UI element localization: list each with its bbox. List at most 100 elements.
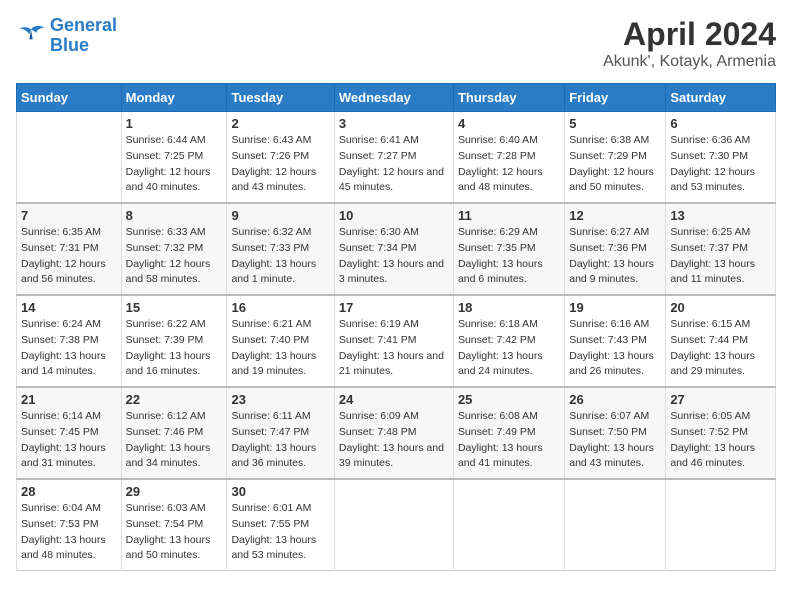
day-number: 13 xyxy=(670,208,771,223)
day-info: Sunrise: 6:15 AM Sunset: 7:44 PM Dayligh… xyxy=(670,317,771,380)
day-info: Sunrise: 6:43 AM Sunset: 7:26 PM Dayligh… xyxy=(231,133,329,196)
day-info: Sunrise: 6:32 AM Sunset: 7:33 PM Dayligh… xyxy=(231,225,329,288)
sunrise-text: Sunrise: 6:32 AM xyxy=(231,226,311,238)
day-number: 20 xyxy=(670,300,771,315)
daylight-text: Daylight: 13 hours and 9 minutes. xyxy=(569,258,654,286)
calendar-cell: 18 Sunrise: 6:18 AM Sunset: 7:42 PM Dayl… xyxy=(453,295,564,387)
day-number: 18 xyxy=(458,300,560,315)
sunset-text: Sunset: 7:45 PM xyxy=(21,426,99,438)
sunrise-text: Sunrise: 6:21 AM xyxy=(231,318,311,330)
calendar-cell: 23 Sunrise: 6:11 AM Sunset: 7:47 PM Dayl… xyxy=(227,387,334,479)
sunset-text: Sunset: 7:47 PM xyxy=(231,426,309,438)
daylight-text: Daylight: 13 hours and 1 minute. xyxy=(231,258,316,286)
logo-text: General Blue xyxy=(50,16,117,56)
daylight-text: Daylight: 13 hours and 50 minutes. xyxy=(126,534,211,562)
sunset-text: Sunset: 7:43 PM xyxy=(569,334,647,346)
sunset-text: Sunset: 7:32 PM xyxy=(126,242,204,254)
day-info: Sunrise: 6:09 AM Sunset: 7:48 PM Dayligh… xyxy=(339,409,449,472)
sunset-text: Sunset: 7:53 PM xyxy=(21,518,99,530)
calendar-week-row: 28 Sunrise: 6:04 AM Sunset: 7:53 PM Dayl… xyxy=(17,479,776,571)
day-number: 28 xyxy=(21,484,117,499)
sunset-text: Sunset: 7:37 PM xyxy=(670,242,748,254)
daylight-text: Daylight: 13 hours and 34 minutes. xyxy=(126,442,211,470)
day-info: Sunrise: 6:36 AM Sunset: 7:30 PM Dayligh… xyxy=(670,133,771,196)
calendar-cell xyxy=(565,479,666,571)
sunset-text: Sunset: 7:27 PM xyxy=(339,150,417,162)
calendar-cell: 4 Sunrise: 6:40 AM Sunset: 7:28 PM Dayli… xyxy=(453,112,564,204)
daylight-text: Daylight: 13 hours and 14 minutes. xyxy=(21,350,106,378)
daylight-text: Daylight: 13 hours and 31 minutes. xyxy=(21,442,106,470)
sunset-text: Sunset: 7:28 PM xyxy=(458,150,536,162)
daylight-text: Daylight: 13 hours and 21 minutes. xyxy=(339,350,444,378)
day-number: 24 xyxy=(339,392,449,407)
day-number: 6 xyxy=(670,116,771,131)
daylight-text: Daylight: 13 hours and 39 minutes. xyxy=(339,442,444,470)
day-info: Sunrise: 6:14 AM Sunset: 7:45 PM Dayligh… xyxy=(21,409,117,472)
sunset-text: Sunset: 7:35 PM xyxy=(458,242,536,254)
calendar-cell: 12 Sunrise: 6:27 AM Sunset: 7:36 PM Dayl… xyxy=(565,203,666,295)
day-number: 14 xyxy=(21,300,117,315)
sunrise-text: Sunrise: 6:25 AM xyxy=(670,226,750,238)
calendar-week-row: 7 Sunrise: 6:35 AM Sunset: 7:31 PM Dayli… xyxy=(17,203,776,295)
calendar-cell: 25 Sunrise: 6:08 AM Sunset: 7:49 PM Dayl… xyxy=(453,387,564,479)
logo-blue: Blue xyxy=(50,35,89,55)
calendar-cell: 24 Sunrise: 6:09 AM Sunset: 7:48 PM Dayl… xyxy=(334,387,453,479)
page-header: General Blue April 2024 Akunk', Kotayk, … xyxy=(16,16,776,71)
sunrise-text: Sunrise: 6:30 AM xyxy=(339,226,419,238)
day-info: Sunrise: 6:41 AM Sunset: 7:27 PM Dayligh… xyxy=(339,133,449,196)
day-info: Sunrise: 6:04 AM Sunset: 7:53 PM Dayligh… xyxy=(21,501,117,564)
day-info: Sunrise: 6:35 AM Sunset: 7:31 PM Dayligh… xyxy=(21,225,117,288)
day-number: 15 xyxy=(126,300,223,315)
day-info: Sunrise: 6:38 AM Sunset: 7:29 PM Dayligh… xyxy=(569,133,661,196)
sunset-text: Sunset: 7:48 PM xyxy=(339,426,417,438)
sunrise-text: Sunrise: 6:24 AM xyxy=(21,318,101,330)
day-info: Sunrise: 6:01 AM Sunset: 7:55 PM Dayligh… xyxy=(231,501,329,564)
daylight-text: Daylight: 13 hours and 41 minutes. xyxy=(458,442,543,470)
day-info: Sunrise: 6:05 AM Sunset: 7:52 PM Dayligh… xyxy=(670,409,771,472)
calendar-cell: 27 Sunrise: 6:05 AM Sunset: 7:52 PM Dayl… xyxy=(666,387,776,479)
sunrise-text: Sunrise: 6:19 AM xyxy=(339,318,419,330)
calendar-week-row: 1 Sunrise: 6:44 AM Sunset: 7:25 PM Dayli… xyxy=(17,112,776,204)
calendar-cell: 13 Sunrise: 6:25 AM Sunset: 7:37 PM Dayl… xyxy=(666,203,776,295)
daylight-text: Daylight: 13 hours and 16 minutes. xyxy=(126,350,211,378)
sunrise-text: Sunrise: 6:27 AM xyxy=(569,226,649,238)
sunrise-text: Sunrise: 6:05 AM xyxy=(670,410,750,422)
calendar-cell: 2 Sunrise: 6:43 AM Sunset: 7:26 PM Dayli… xyxy=(227,112,334,204)
daylight-text: Daylight: 12 hours and 58 minutes. xyxy=(126,258,211,286)
calendar-cell: 20 Sunrise: 6:15 AM Sunset: 7:44 PM Dayl… xyxy=(666,295,776,387)
daylight-text: Daylight: 12 hours and 45 minutes. xyxy=(339,166,444,194)
calendar-cell: 3 Sunrise: 6:41 AM Sunset: 7:27 PM Dayli… xyxy=(334,112,453,204)
day-number: 8 xyxy=(126,208,223,223)
day-number: 5 xyxy=(569,116,661,131)
daylight-text: Daylight: 13 hours and 36 minutes. xyxy=(231,442,316,470)
calendar-cell: 10 Sunrise: 6:30 AM Sunset: 7:34 PM Dayl… xyxy=(334,203,453,295)
sunset-text: Sunset: 7:29 PM xyxy=(569,150,647,162)
day-header-tuesday: Tuesday xyxy=(227,84,334,112)
day-number: 23 xyxy=(231,392,329,407)
sunset-text: Sunset: 7:38 PM xyxy=(21,334,99,346)
day-info: Sunrise: 6:27 AM Sunset: 7:36 PM Dayligh… xyxy=(569,225,661,288)
sunset-text: Sunset: 7:39 PM xyxy=(126,334,204,346)
day-number: 26 xyxy=(569,392,661,407)
calendar-cell: 1 Sunrise: 6:44 AM Sunset: 7:25 PM Dayli… xyxy=(121,112,227,204)
sunset-text: Sunset: 7:30 PM xyxy=(670,150,748,162)
daylight-text: Daylight: 13 hours and 46 minutes. xyxy=(670,442,755,470)
day-info: Sunrise: 6:44 AM Sunset: 7:25 PM Dayligh… xyxy=(126,133,223,196)
daylight-text: Daylight: 13 hours and 6 minutes. xyxy=(458,258,543,286)
sunrise-text: Sunrise: 6:07 AM xyxy=(569,410,649,422)
daylight-text: Daylight: 13 hours and 53 minutes. xyxy=(231,534,316,562)
calendar-title: April 2024 xyxy=(603,16,776,53)
sunset-text: Sunset: 7:36 PM xyxy=(569,242,647,254)
calendar-cell: 29 Sunrise: 6:03 AM Sunset: 7:54 PM Dayl… xyxy=(121,479,227,571)
sunrise-text: Sunrise: 6:03 AM xyxy=(126,502,206,514)
day-number: 10 xyxy=(339,208,449,223)
daylight-text: Daylight: 13 hours and 19 minutes. xyxy=(231,350,316,378)
daylight-text: Daylight: 13 hours and 48 minutes. xyxy=(21,534,106,562)
day-header-monday: Monday xyxy=(121,84,227,112)
day-number: 25 xyxy=(458,392,560,407)
sunrise-text: Sunrise: 6:43 AM xyxy=(231,134,311,146)
day-info: Sunrise: 6:16 AM Sunset: 7:43 PM Dayligh… xyxy=(569,317,661,380)
calendar-cell: 7 Sunrise: 6:35 AM Sunset: 7:31 PM Dayli… xyxy=(17,203,122,295)
sunrise-text: Sunrise: 6:38 AM xyxy=(569,134,649,146)
sunset-text: Sunset: 7:34 PM xyxy=(339,242,417,254)
